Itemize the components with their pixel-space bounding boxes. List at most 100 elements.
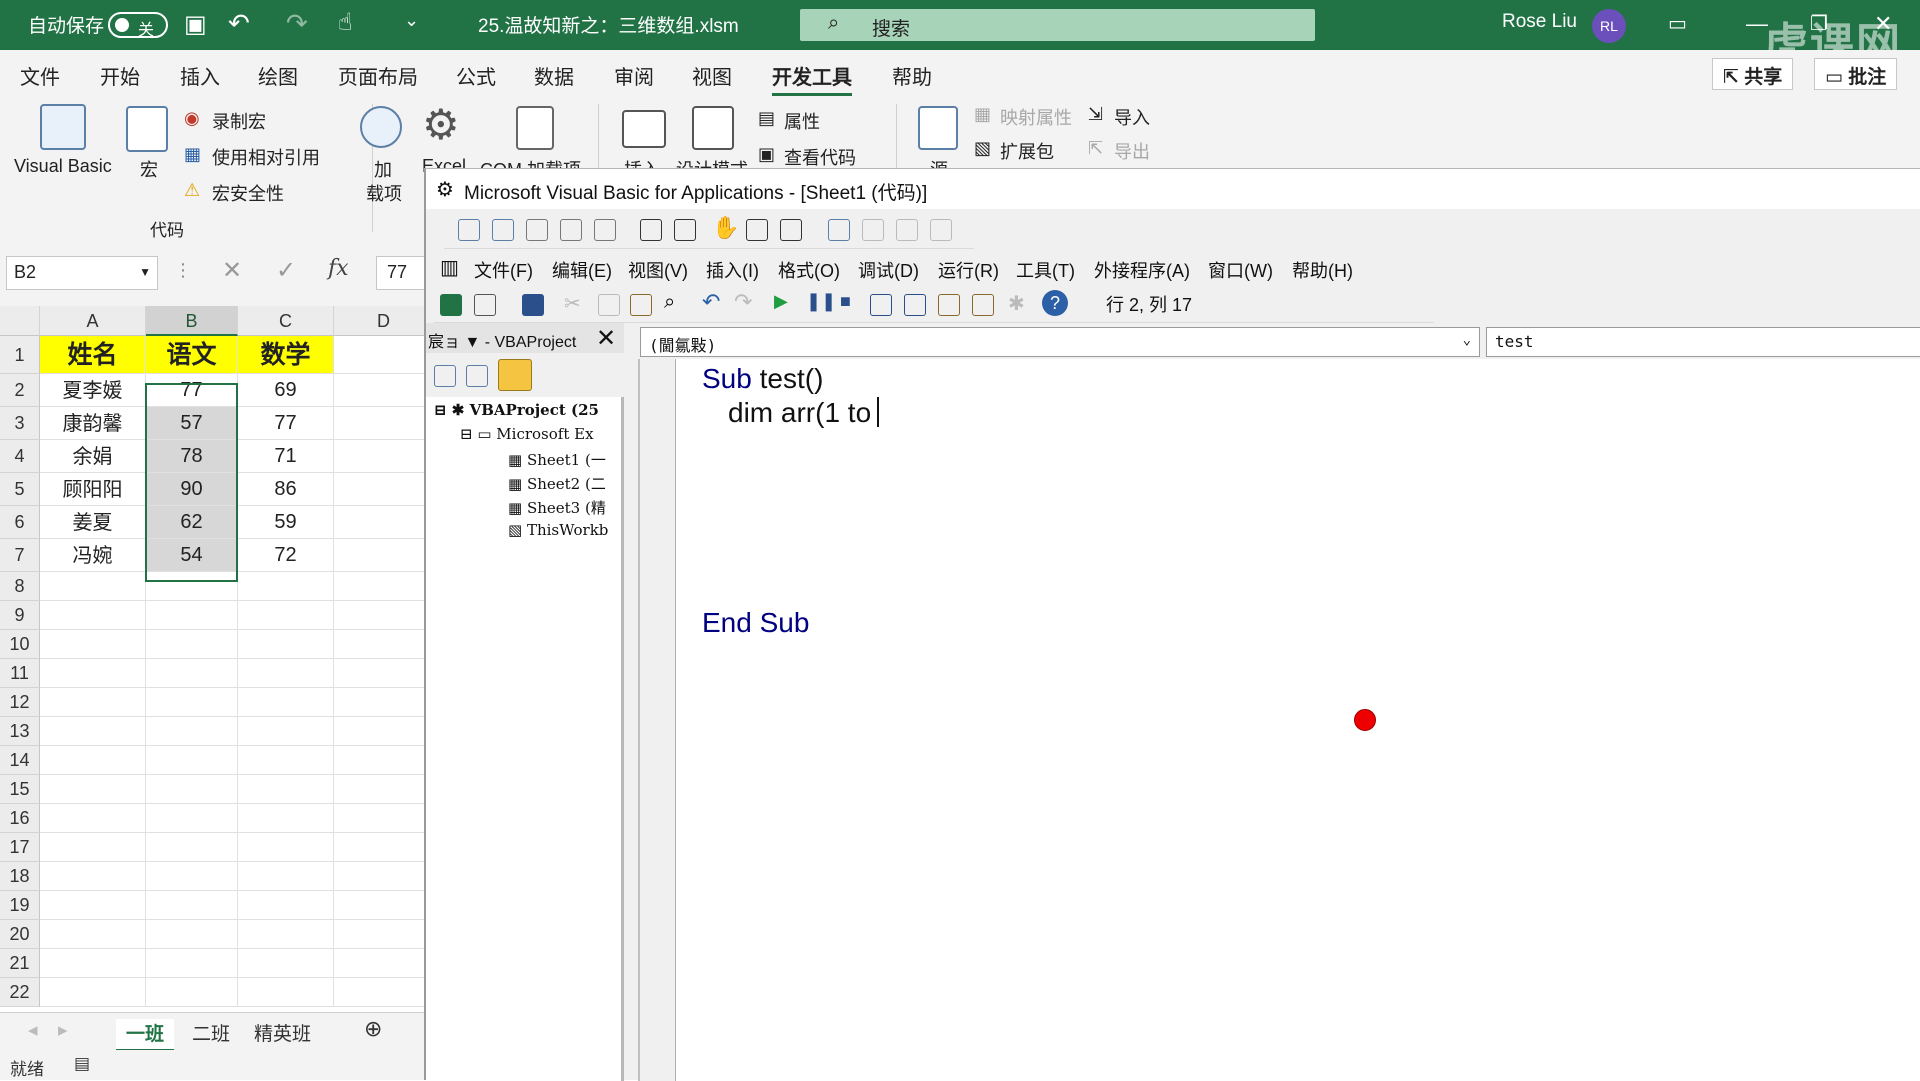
data-cell[interactable]: 54 — [146, 539, 238, 572]
cell[interactable] — [40, 833, 146, 862]
indent-icon[interactable] — [640, 219, 662, 241]
record-macro-button[interactable]: 录制宏 — [212, 108, 266, 134]
list-properties-icon[interactable] — [458, 219, 480, 241]
reset-icon[interactable]: ■ — [840, 291, 851, 312]
design-mode-icon[interactable] — [870, 294, 892, 316]
tree-node-vbaproject[interactable]: ⊟ ✱ VBAProject (25 — [434, 401, 599, 419]
paste-icon[interactable] — [630, 294, 652, 316]
project-explorer-icon[interactable] — [904, 294, 926, 316]
confirm-icon[interactable]: ✓ — [276, 256, 296, 285]
user-name[interactable]: Rose Liu — [1502, 11, 1577, 33]
tab-insert[interactable]: 插入 — [180, 61, 220, 90]
avatar[interactable]: RL — [1592, 9, 1626, 43]
tab-developer[interactable]: 开发工具 — [772, 61, 852, 96]
cell[interactable] — [334, 473, 425, 506]
uncomment-block-icon[interactable] — [780, 219, 802, 241]
vbe-menu-window[interactable]: 窗口(W) — [1208, 257, 1273, 283]
row-header[interactable]: 6 — [0, 506, 40, 539]
scroll-right-icon[interactable]: ▸ — [58, 1019, 68, 1042]
view-code-button[interactable]: 查看代码 — [784, 144, 856, 170]
customize-qat-icon[interactable]: ⌄ — [404, 10, 419, 31]
row-header[interactable]: 3 — [0, 407, 40, 440]
cell[interactable] — [40, 659, 146, 688]
help-icon[interactable]: ? — [1042, 290, 1068, 316]
view-code-icon[interactable] — [434, 365, 456, 387]
cell[interactable] — [40, 746, 146, 775]
redo-icon[interactable]: ↷ — [286, 8, 308, 39]
cell[interactable] — [40, 978, 146, 1007]
data-cell[interactable]: 62 — [146, 506, 238, 539]
data-cell[interactable]: 78 — [146, 440, 238, 473]
cell[interactable] — [40, 601, 146, 630]
close-icon[interactable]: ✕ — [596, 324, 616, 353]
column-header-b[interactable]: B — [146, 306, 238, 336]
comment-block-icon[interactable] — [746, 219, 768, 241]
vbe-menu-help[interactable]: 帮助(H) — [1292, 257, 1353, 283]
cell[interactable] — [40, 688, 146, 717]
formula-input[interactable]: 77 — [376, 256, 425, 290]
data-cell[interactable]: 90 — [146, 473, 238, 506]
vbe-menu-insert[interactable]: 插入(I) — [706, 257, 759, 283]
save-icon[interactable] — [522, 294, 544, 316]
vbe-menu-addins[interactable]: 外接程序(A) — [1094, 257, 1190, 283]
cell[interactable] — [40, 775, 146, 804]
tab-page-layout[interactable]: 页面布局 — [338, 61, 418, 90]
collapse-icon[interactable]: ⊟ — [460, 425, 477, 443]
cell[interactable] — [146, 804, 238, 833]
row-header[interactable]: 22 — [0, 978, 40, 1007]
cell[interactable] — [334, 746, 425, 775]
cell[interactable] — [146, 978, 238, 1007]
cell[interactable] — [334, 717, 425, 746]
toolbox-icon[interactable]: ✱ — [1008, 291, 1025, 316]
data-cell[interactable]: 康韵馨 — [40, 407, 146, 440]
cell[interactable] — [238, 978, 334, 1007]
quick-info-icon[interactable] — [526, 219, 548, 241]
sheet-tab-3[interactable]: 精英班 — [254, 1019, 311, 1046]
vbe-menu-tools[interactable]: 工具(T) — [1016, 257, 1075, 283]
row-header[interactable]: 18 — [0, 862, 40, 891]
name-box[interactable]: B2 ▼ — [6, 256, 158, 290]
row-header[interactable]: 2 — [0, 374, 40, 407]
row-header[interactable]: 11 — [0, 659, 40, 688]
import-button[interactable]: 导入 — [1114, 104, 1150, 130]
header-cell[interactable]: 姓名 — [40, 336, 146, 374]
cell[interactable] — [146, 949, 238, 978]
cell[interactable] — [238, 862, 334, 891]
addins-label-2[interactable]: 载项 — [366, 180, 402, 206]
break-icon[interactable]: ❚❚ — [806, 291, 836, 312]
row-header[interactable]: 12 — [0, 688, 40, 717]
data-cell[interactable]: 余娟 — [40, 440, 146, 473]
cell[interactable] — [146, 920, 238, 949]
code-margin[interactable] — [640, 359, 676, 1081]
cell[interactable] — [334, 804, 425, 833]
tab-help[interactable]: 帮助 — [892, 61, 932, 90]
cell[interactable] — [334, 833, 425, 862]
collapse-icon[interactable]: ⊟ — [434, 401, 452, 419]
cell[interactable] — [334, 407, 425, 440]
search-box[interactable]: ⌕ 搜索 — [800, 9, 1315, 41]
header-cell[interactable]: 数学 — [238, 336, 334, 374]
cell[interactable] — [146, 601, 238, 630]
tree-node-sheet3[interactable]: ▦ Sheet3 (精 — [508, 497, 606, 518]
row-header[interactable]: 4 — [0, 440, 40, 473]
data-cell[interactable]: 夏李媛 — [40, 374, 146, 407]
macro-security-button[interactable]: 宏安全性 — [212, 180, 284, 206]
cell[interactable] — [146, 630, 238, 659]
relative-refs-button[interactable]: 使用相对引用 — [212, 144, 320, 170]
row-header[interactable]: 7 — [0, 539, 40, 572]
data-cell[interactable]: 86 — [238, 473, 334, 506]
cell[interactable] — [146, 746, 238, 775]
data-cell[interactable]: 冯婉 — [40, 539, 146, 572]
row-header[interactable]: 5 — [0, 473, 40, 506]
row-header[interactable]: 10 — [0, 630, 40, 659]
cell[interactable] — [334, 659, 425, 688]
prev-bookmark-icon[interactable] — [896, 219, 918, 241]
copy-icon[interactable] — [598, 294, 620, 316]
cell[interactable] — [238, 717, 334, 746]
cell[interactable] — [238, 833, 334, 862]
tab-data[interactable]: 数据 — [534, 61, 574, 90]
cell[interactable] — [334, 374, 425, 407]
cell[interactable] — [146, 688, 238, 717]
object-browser-icon[interactable] — [972, 294, 994, 316]
cell[interactable] — [334, 336, 425, 374]
